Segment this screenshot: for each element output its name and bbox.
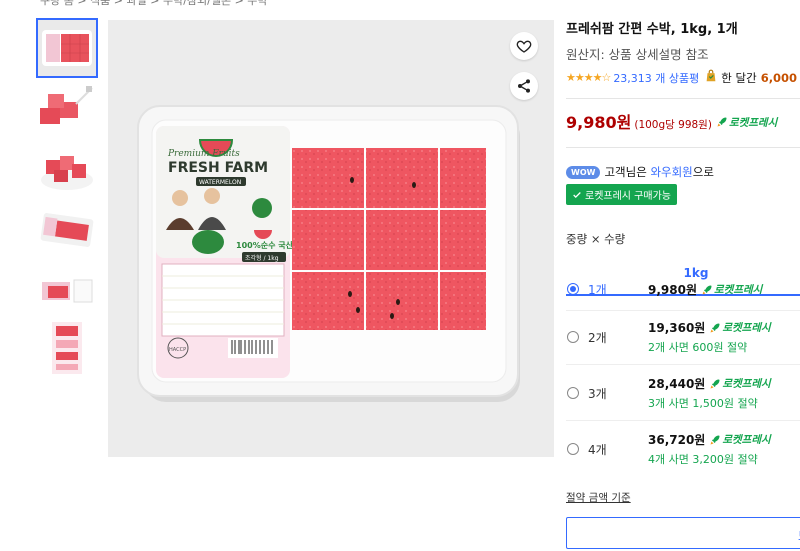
product-origin: 원산지: 상품 상세설명 참조 bbox=[566, 47, 709, 62]
option-price-value: 36,720원 bbox=[648, 433, 706, 447]
label-brand: FRESH FARM bbox=[168, 160, 268, 176]
share-button[interactable] bbox=[510, 72, 538, 100]
option-row-2[interactable]: 2개 19,360원 로켓프레시 2개 사면 600원 절약 bbox=[566, 318, 800, 374]
option-title: 중량 × 수량 bbox=[566, 232, 626, 246]
rocket-icon bbox=[710, 323, 720, 332]
thumbnail-4[interactable] bbox=[38, 202, 96, 258]
option-price-value: 28,440원 bbox=[648, 377, 706, 391]
wishlist-button[interactable] bbox=[510, 32, 538, 60]
option-price: 19,360원 로켓프레시 bbox=[648, 319, 771, 336]
thumbnail-5[interactable] bbox=[38, 262, 96, 318]
review-count-link[interactable]: 23,313 개 상품평 bbox=[613, 70, 699, 86]
divider bbox=[566, 98, 800, 99]
option-price-value: 9,980원 bbox=[648, 283, 697, 297]
share-icon bbox=[518, 79, 530, 93]
product-title: 프레쉬팜 간편 수박, 1kg, 1개 bbox=[566, 22, 738, 37]
wow-badge: WOW bbox=[566, 165, 601, 179]
wow-member-row: WOW 고객님은 와우회원 으로 bbox=[566, 164, 800, 180]
price-row: 9,980원 (100g당 998원) 로켓프레시 bbox=[566, 109, 800, 133]
wow-member-link[interactable]: 와우회원 bbox=[650, 164, 692, 180]
main-product-image: Premium Fruits FRESH FARM WATERMELON 100… bbox=[108, 20, 554, 457]
rocket-fresh-badge: 로켓프레시 bbox=[709, 376, 771, 391]
option-row-4[interactable]: 4개 36,720원 로켓프레시 4개 사면 3,200원 절약 bbox=[566, 430, 800, 486]
wow-suffix: 으로 bbox=[692, 165, 714, 179]
option-radio-2[interactable] bbox=[567, 331, 579, 343]
label-variety: WATERMELON bbox=[199, 179, 241, 186]
rocket-fresh-text: 로켓프레시 bbox=[728, 116, 778, 129]
product-page: 쿠팡 홈 > 식품 > 과일 > 수박/참외/멜론 > 수박 Premium F… bbox=[0, 0, 800, 551]
option-qty: 3개 bbox=[588, 387, 607, 401]
rocket-fresh-text: 로켓프레시 bbox=[722, 434, 771, 446]
label-haccp: HACCP bbox=[169, 347, 186, 353]
rocket-fresh-badge: 로켓프레시 bbox=[716, 115, 777, 130]
option-radio-3[interactable] bbox=[567, 387, 579, 399]
thumbnail-6[interactable] bbox=[38, 320, 96, 376]
rocket-fresh-text: 로켓프레시 bbox=[714, 284, 763, 296]
option-price: 28,440원 로켓프레시 bbox=[648, 375, 771, 392]
rocket-fresh-available-text: 로켓프레시 구매가능 bbox=[585, 191, 671, 202]
rocket-fresh-badge: 로켓프레시 bbox=[701, 282, 762, 297]
thumbnail-1[interactable] bbox=[36, 18, 98, 78]
unit-price: (100g당 998원) bbox=[634, 119, 712, 131]
rocket-fresh-text: 로켓프레시 bbox=[722, 322, 771, 334]
rocket-fresh-text: 로켓프레시 bbox=[722, 378, 771, 390]
breadcrumb[interactable]: 쿠팡 홈 > 식품 > 과일 > 수박/참외/멜론 > 수박 bbox=[40, 0, 268, 8]
option-savings: 3개 사면 1,500원 절약 bbox=[648, 397, 758, 410]
shopping-bag-icon bbox=[704, 69, 718, 86]
option-price: 9,980원 로켓프레시 bbox=[648, 281, 762, 298]
sale-price: 9,980원 bbox=[566, 113, 632, 132]
option-price-value: 19,360원 bbox=[648, 321, 706, 335]
rocket-fresh-available-badge: 로켓프레시 구매가능 bbox=[566, 184, 677, 205]
option-qty: 2개 bbox=[588, 331, 607, 345]
rocket-icon bbox=[717, 117, 727, 127]
option-savings: 2개 사면 600원 절약 bbox=[648, 341, 748, 354]
rocket-icon bbox=[710, 379, 720, 388]
savings-criteria-link[interactable]: 절약 금액 기준 bbox=[566, 490, 631, 505]
rating-stars[interactable]: ★★★★☆ bbox=[566, 71, 611, 84]
wow-prefix: 고객님은 bbox=[604, 165, 647, 179]
option-divider bbox=[566, 420, 800, 421]
option-row-3[interactable]: 3개 28,440원 로켓프레시 3개 사면 1,500원 절약 bbox=[566, 374, 800, 430]
check-icon bbox=[573, 191, 581, 198]
product-info: 프레쉬팜 간편 수박, 1kg, 1개 원산지: 상품 상세설명 참조 ★★★★… bbox=[566, 18, 800, 296]
rocket-icon bbox=[710, 435, 720, 444]
divider bbox=[566, 147, 800, 148]
rocket-fresh-badge: 로켓프레시 bbox=[709, 320, 771, 335]
sold-count: 6,000 bbox=[760, 70, 798, 85]
option-qty: 1개 bbox=[588, 283, 607, 297]
rocket-fresh-badge: 로켓프레시 bbox=[709, 432, 771, 447]
rocket-icon bbox=[702, 285, 712, 294]
label-weight: 조각형 / 1kg bbox=[245, 254, 279, 262]
option-radio-1[interactable] bbox=[567, 283, 579, 295]
more-options-button[interactable]: 모 bbox=[566, 517, 800, 549]
thumbnail-2[interactable] bbox=[38, 82, 96, 138]
heart-icon bbox=[516, 40, 532, 53]
option-divider bbox=[566, 310, 800, 311]
sold-label: 한 달간 bbox=[721, 70, 757, 85]
option-qty: 4개 bbox=[588, 443, 607, 457]
option-savings: 4개 사면 3,200원 절약 bbox=[648, 453, 758, 466]
rating-row: ★★★★☆ 23,313 개 상품평 한 달간 6,000 bbox=[566, 69, 800, 86]
option-divider bbox=[566, 364, 800, 365]
option-radio-4[interactable] bbox=[567, 443, 579, 455]
label-brand-line: Premium Fruits bbox=[167, 149, 240, 159]
thumbnail-3[interactable] bbox=[38, 142, 96, 198]
option-price: 36,720원 로켓프레시 bbox=[648, 431, 771, 448]
